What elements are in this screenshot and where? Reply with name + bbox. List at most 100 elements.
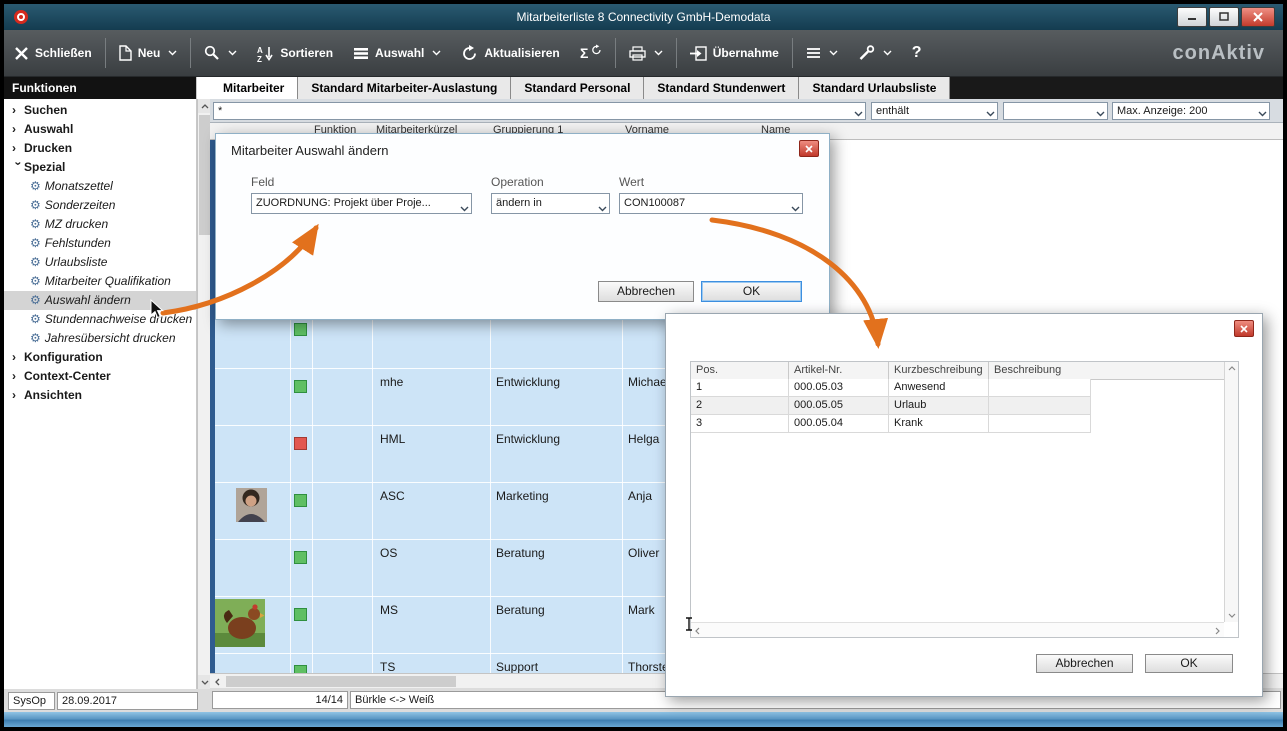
feld-combobox[interactable]: ZUORDNUNG: Projekt über Proje... bbox=[251, 193, 472, 214]
table-row[interactable]: 1 000.05.03 Anwesend bbox=[691, 379, 1091, 397]
scroll-up-icon[interactable] bbox=[1225, 362, 1238, 375]
sidebar-item-mz-drucken[interactable]: ⚙MZ drucken bbox=[4, 215, 196, 234]
feld-value: ZUORDNUNG: Projekt über Proje... bbox=[256, 194, 453, 213]
minimize-button[interactable] bbox=[1177, 7, 1207, 27]
chevron-right-icon: › bbox=[12, 120, 24, 139]
filter-pattern-value: * bbox=[218, 103, 847, 119]
sidebar-item-label: Urlaubsliste bbox=[45, 253, 108, 272]
gear-icon: ⚙ bbox=[30, 272, 41, 291]
sidebar-item-mitarbeiter-qualifikation[interactable]: ⚙Mitarbeiter Qualifikation bbox=[4, 272, 196, 291]
auswahl-button[interactable]: Auswahl bbox=[343, 30, 451, 76]
tab-standard-urlaubsliste[interactable]: Standard Urlaubsliste bbox=[799, 77, 950, 99]
sortieren-button[interactable]: A Z Sortieren bbox=[247, 30, 343, 76]
feld-label: Feld bbox=[251, 175, 274, 189]
sidebar-header: Funktionen bbox=[4, 77, 196, 99]
tab-mitarbeiter[interactable]: Mitarbeiter bbox=[210, 77, 298, 99]
ok-button[interactable]: OK bbox=[1145, 654, 1233, 673]
gear-icon: ⚙ bbox=[30, 310, 41, 329]
employee-photo bbox=[215, 599, 265, 647]
filter-operator-combobox[interactable]: enthält bbox=[871, 102, 998, 120]
sum-refresh-icon: Σ bbox=[580, 44, 602, 62]
hilfe-button[interactable]: ? bbox=[902, 30, 932, 76]
sidebar-item-urlaubsliste[interactable]: ⚙Urlaubsliste bbox=[4, 253, 196, 272]
column-header[interactable]: Beschreibung bbox=[989, 362, 1091, 379]
column-header[interactable]: Artikel-Nr. bbox=[789, 362, 889, 379]
table-row[interactable]: 2 000.05.05 Urlaub bbox=[691, 397, 1091, 415]
sidebar-item-context-center[interactable]: ›Context-Center bbox=[4, 367, 196, 386]
max-anzeige-value: Max. Anzeige: 200 bbox=[1117, 103, 1251, 119]
scroll-left-icon[interactable] bbox=[211, 675, 224, 688]
sidebar-item-stundennachweise-drucken[interactable]: ⚙Stundennachweise drucken bbox=[4, 310, 196, 329]
uebernahme-button[interactable]: Übernahme bbox=[680, 30, 789, 76]
summen-aktualisieren-button[interactable]: Σ bbox=[570, 30, 612, 76]
dialog-close-button[interactable] bbox=[799, 140, 819, 157]
column-header[interactable]: Pos. bbox=[691, 362, 789, 379]
abbrechen-button[interactable]: Abbrechen bbox=[598, 281, 694, 302]
sidebar-item-auswahl[interactable]: ›Auswahl bbox=[4, 120, 196, 139]
filter-value-combobox[interactable] bbox=[1003, 102, 1108, 120]
toolbar-separator bbox=[105, 38, 106, 68]
sidebar-item-drucken[interactable]: ›Drucken bbox=[4, 139, 196, 158]
chevron-down-icon bbox=[829, 50, 838, 56]
schliessen-button[interactable]: Schließen bbox=[4, 30, 102, 76]
chevron-down-icon bbox=[1258, 106, 1267, 122]
dialog-close-button[interactable] bbox=[1234, 320, 1254, 337]
chevron-down-icon bbox=[1096, 106, 1105, 122]
sidebar-item-fehlstunden[interactable]: ⚙Fehlstunden bbox=[4, 234, 196, 253]
gear-icon: ⚙ bbox=[30, 329, 41, 348]
operation-label: Operation bbox=[491, 175, 544, 189]
close-button[interactable] bbox=[1241, 7, 1275, 27]
scrollbar-thumb[interactable] bbox=[226, 676, 456, 687]
abbrechen-button[interactable]: Abbrechen bbox=[1036, 654, 1133, 673]
aktualisieren-button[interactable]: Aktualisieren bbox=[451, 30, 569, 76]
tab-standard-stundenwert[interactable]: Standard Stundenwert bbox=[644, 77, 799, 99]
sidebar-item-auswahl-aendern[interactable]: ⚙Auswahl ändern bbox=[4, 291, 196, 310]
sidebar-item-label: Jahresübersicht drucken bbox=[45, 329, 176, 348]
toolbar-separator bbox=[190, 38, 191, 68]
cell-beschreibung bbox=[989, 415, 1091, 433]
cell-vorname: Michael bbox=[628, 375, 669, 389]
chevron-right-icon: › bbox=[12, 367, 24, 386]
column-header[interactable]: Kurzbeschreibung bbox=[889, 362, 989, 379]
wert-combobox[interactable]: CON100087 bbox=[619, 193, 803, 214]
chevron-expanded-icon: › bbox=[9, 162, 28, 174]
table-vertical-scrollbar[interactable] bbox=[1224, 362, 1238, 622]
sidebar-item-sonderzeiten[interactable]: ⚙Sonderzeiten bbox=[4, 196, 196, 215]
maximize-button[interactable] bbox=[1209, 7, 1239, 27]
ok-button[interactable]: OK bbox=[701, 281, 802, 302]
table-horizontal-scrollbar[interactable] bbox=[691, 622, 1224, 637]
sidebar-item-ansichten[interactable]: ›Ansichten bbox=[4, 386, 196, 405]
max-anzeige-combobox[interactable]: Max. Anzeige: 200 bbox=[1112, 102, 1270, 120]
scroll-right-icon[interactable] bbox=[1211, 624, 1224, 637]
import-icon bbox=[690, 46, 707, 61]
sidebar-item-suchen[interactable]: ›Suchen bbox=[4, 101, 196, 120]
sidebar-item-konfiguration[interactable]: ›Konfiguration bbox=[4, 348, 196, 367]
function-tree: ›Suchen ›Auswahl ›Drucken ›Spezial ⚙Mona… bbox=[4, 99, 196, 405]
chevron-down-icon bbox=[228, 50, 237, 56]
tab-standard-personal[interactable]: Standard Personal bbox=[511, 77, 644, 99]
operation-combobox[interactable]: ändern in bbox=[491, 193, 610, 214]
cell-kurzbeschreibung: Krank bbox=[889, 415, 989, 433]
chevron-down-icon bbox=[460, 201, 469, 217]
filter-pattern-combobox[interactable]: * bbox=[213, 102, 866, 120]
scroll-down-icon[interactable] bbox=[1225, 609, 1238, 622]
sidebar-item-label: Spezial bbox=[24, 158, 65, 177]
status-red-icon bbox=[294, 437, 307, 450]
sidebar-item-jahresuebersicht-drucken[interactable]: ⚙Jahresübersicht drucken bbox=[4, 329, 196, 348]
scrollbar-thumb[interactable] bbox=[199, 115, 210, 235]
sidebar-item-monatszettel[interactable]: ⚙Monatszettel bbox=[4, 177, 196, 196]
sidebar-scrollbar[interactable] bbox=[197, 99, 210, 689]
menu-button[interactable] bbox=[796, 30, 848, 76]
neu-button[interactable]: Neu bbox=[109, 30, 188, 76]
tab-standard-mitarbeiter-auslastung[interactable]: Standard Mitarbeiter-Auslastung bbox=[298, 77, 511, 99]
suchen-button[interactable] bbox=[194, 30, 247, 76]
cell-gruppierung: Marketing bbox=[496, 489, 549, 503]
auswahl-label: Auswahl bbox=[375, 46, 424, 60]
table-row[interactable]: 3 000.05.04 Krank bbox=[691, 415, 1091, 433]
sidebar-item-spezial[interactable]: ›Spezial bbox=[4, 158, 196, 177]
cell-beschreibung bbox=[989, 397, 1091, 415]
werkzeuge-button[interactable] bbox=[848, 30, 902, 76]
sortieren-label: Sortieren bbox=[280, 46, 333, 60]
menu-icon bbox=[806, 47, 821, 59]
drucken-button[interactable] bbox=[619, 30, 673, 76]
